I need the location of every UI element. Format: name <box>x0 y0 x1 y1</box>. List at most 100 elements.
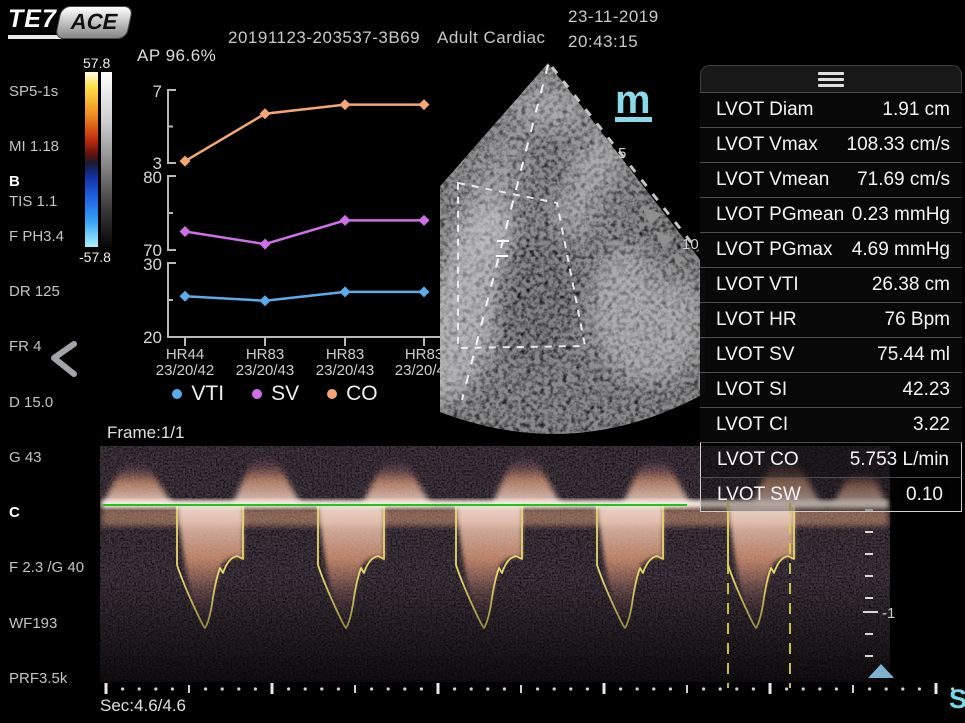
row-label: LVOT CO <box>717 449 799 471</box>
legend-item-vti: VTI <box>172 382 224 406</box>
row-label: LVOT PGmax <box>716 239 833 261</box>
x-label-time: 23/20/42 <box>156 362 214 379</box>
ruler-tick <box>569 687 572 690</box>
ruler-tick <box>271 683 274 694</box>
row-value: 0.10 <box>900 482 949 508</box>
ruler-tick <box>287 687 290 690</box>
c-prf-label: PRF3.5k <box>9 670 84 688</box>
x-label-hr: HR44 <box>166 346 204 363</box>
table-row[interactable]: LVOT SV75.44 ml <box>700 337 962 372</box>
legend-label-sv: SV <box>271 382 299 406</box>
ruler-tick <box>420 687 423 690</box>
ruler-tick <box>619 687 622 690</box>
ruler-tick <box>901 687 904 690</box>
c-wf-label: WF193 <box>9 615 84 633</box>
ruler-tick <box>752 687 755 690</box>
ruler-tick <box>885 687 888 690</box>
measurement-panel-header[interactable] <box>700 65 962 92</box>
row-label: LVOT SW <box>717 484 801 506</box>
ymax-label: 30 <box>143 255 162 274</box>
vti-dot-icon <box>172 389 182 399</box>
ruler-tick <box>387 687 390 690</box>
data-point-sv <box>419 215 430 226</box>
data-point-vti <box>180 291 191 302</box>
corner-glyph-icon[interactable]: S <box>949 684 965 715</box>
echo-2d-image: 5 10 m <box>440 55 705 435</box>
table-row[interactable]: LVOT CI3.22 <box>700 407 962 442</box>
measurement-results-panel: LVOT Diam1.91 cm LVOT Vmax108.33 cm/s LV… <box>700 65 962 512</box>
x-label-time: 23/20/43 <box>236 362 294 379</box>
datetime: 23-11-2019 20:43:15 <box>568 4 659 54</box>
row-value: 4.69 mmHg <box>852 239 950 261</box>
x-label-hr: HR83 <box>326 346 364 363</box>
row-value: 0.23 mmHg <box>852 204 950 226</box>
data-point-co <box>419 99 430 110</box>
row-label: LVOT CI <box>716 414 788 436</box>
ruler-tick <box>852 685 854 693</box>
data-point-sv <box>340 215 351 226</box>
pointer-cursor-icon <box>48 340 84 380</box>
ruler-tick <box>105 683 108 694</box>
depth-label-5: 5 <box>618 145 626 162</box>
frame-counter: Frame:1/1 <box>107 423 184 443</box>
legend-item-sv: SV <box>252 382 299 406</box>
table-row[interactable]: LVOT Vmean71.69 cm/s <box>700 162 962 197</box>
velocity-tick-label: -1 <box>882 605 895 622</box>
probe-label: SP5-1s <box>9 83 59 101</box>
ruler-tick <box>686 685 688 693</box>
color-scale-min: -57.8 <box>79 249 111 265</box>
row-label: LVOT PGmean <box>716 204 844 226</box>
color-doppler-scale-bar <box>85 72 98 247</box>
ruler-tick <box>354 685 356 693</box>
series-line-sv <box>185 220 424 244</box>
table-row[interactable]: LVOT Diam1.91 cm <box>700 92 962 127</box>
acoustic-power-label: AP 96.6% <box>137 46 216 66</box>
ruler-tick <box>719 687 722 690</box>
row-value: 1.91 cm <box>882 99 950 121</box>
ruler-tick <box>603 683 606 694</box>
x-label-hr: HR83 <box>405 346 443 363</box>
row-value: 71.69 cm/s <box>857 169 950 191</box>
table-row[interactable]: LVOT Vmax108.33 cm/s <box>700 127 962 162</box>
b-gain-label: G 43 <box>9 449 84 467</box>
row-value: 5.753 L/min <box>850 449 949 471</box>
date-label: 23-11-2019 <box>568 4 659 29</box>
x-label-time: 23/20/43 <box>316 362 374 379</box>
ruler-tick <box>486 687 489 690</box>
co-dot-icon <box>327 389 337 399</box>
table-row[interactable]: LVOT SI42.23 <box>700 372 962 407</box>
ruler-tick <box>171 687 174 690</box>
ruler-tick <box>337 687 340 690</box>
table-row[interactable]: LVOT PGmean 0.23 mmHg <box>700 197 962 232</box>
time-ruler <box>100 683 965 697</box>
ruler-tick <box>868 687 871 690</box>
row-label: LVOT HR <box>716 309 797 331</box>
brand-m-underline <box>615 117 652 122</box>
table-row[interactable]: LVOT HR76 Bpm <box>700 302 962 337</box>
ymax-label: 7 <box>153 82 162 101</box>
ruler-tick <box>536 687 539 690</box>
table-row[interactable]: LVOT CO 5.753 L/min <box>700 442 962 477</box>
row-value: 108.33 cm/s <box>847 134 951 156</box>
sweep-time-label: Sec:4.6/4.6 <box>100 696 186 716</box>
ruler-tick <box>138 687 141 690</box>
spectral-fade <box>100 578 890 690</box>
ruler-tick <box>221 687 224 690</box>
ruler-tick <box>453 687 456 690</box>
legend-label-co: CO <box>346 382 378 406</box>
sidebar-mode-params: B F PH3.4 DR 125 FR 4 D 15.0 G 43 C F 2.… <box>9 136 84 723</box>
y-axis-sv <box>168 176 176 250</box>
row-label: LVOT SI <box>716 379 787 401</box>
table-row[interactable]: LVOT VTI26.38 cm <box>700 267 962 302</box>
ruler-tick <box>503 687 506 690</box>
ruler-tick <box>935 683 938 694</box>
table-row[interactable]: LVOT SW 0.10 <box>700 477 962 512</box>
table-row[interactable]: LVOT PGmax 4.69 mmHg <box>700 232 962 267</box>
color-scale-max: 57.8 <box>83 55 110 71</box>
ruler-tick <box>553 687 556 690</box>
y-axis-vti <box>168 263 176 337</box>
sv-dot-icon <box>252 389 262 399</box>
menu-icon[interactable] <box>818 72 844 87</box>
ruler-tick <box>735 687 738 690</box>
ruler-tick <box>918 687 921 690</box>
